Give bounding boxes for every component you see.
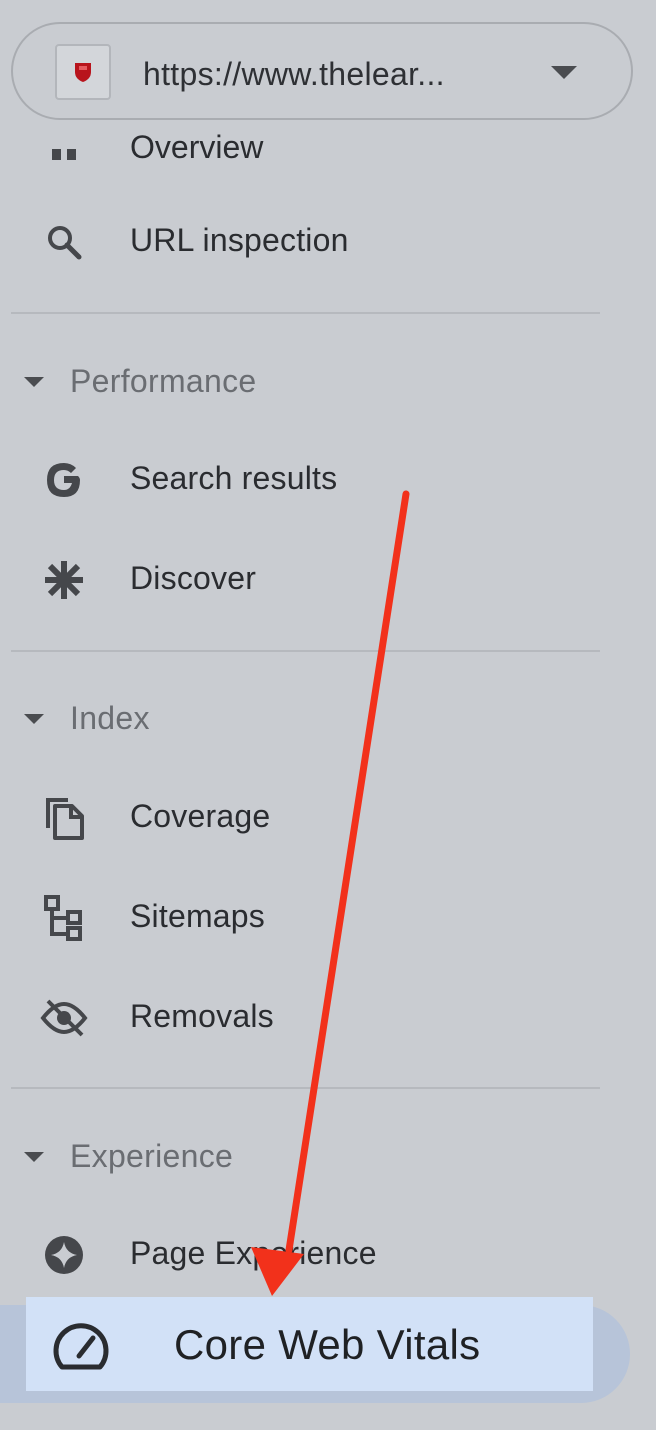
property-selector[interactable]: https://www.thelear... — [11, 22, 633, 120]
nav-item-page-experience[interactable]: Page Experience — [0, 1213, 600, 1293]
property-favicon-icon — [55, 44, 111, 100]
section-header-experience[interactable]: Experience — [0, 1120, 600, 1190]
caret-down-icon — [24, 714, 44, 724]
nav-item-url-inspection[interactable]: URL inspection — [0, 200, 600, 280]
nav-item-search-results[interactable]: Search results — [0, 438, 600, 518]
nav-item-discover[interactable]: Discover — [0, 538, 600, 618]
nav-item-label: URL inspection — [130, 222, 349, 258]
caret-down-icon — [24, 1152, 44, 1162]
nav-item-label: Coverage — [130, 798, 271, 834]
property-url: https://www.thelear... — [143, 56, 445, 92]
nav-item-label: Removals — [130, 998, 274, 1034]
nav-item-label: Core Web Vitals — [174, 1321, 481, 1368]
copy-pages-icon — [40, 794, 88, 842]
section-label: Experience — [70, 1138, 234, 1174]
divider — [11, 1087, 600, 1089]
section-label: Performance — [70, 363, 257, 399]
section-label: Index — [70, 700, 150, 736]
asterisk-icon — [40, 556, 88, 604]
section-header-performance[interactable]: Performance — [0, 345, 600, 415]
nav-item-sitemaps[interactable]: Sitemaps — [0, 876, 600, 956]
nav-item-core-web-vitals[interactable]: Core Web Vitals — [26, 1297, 593, 1391]
nav-item-label: Sitemaps — [130, 898, 265, 934]
sitemap-icon — [40, 894, 88, 942]
nav-item-removals[interactable]: Removals — [0, 976, 600, 1056]
section-header-index[interactable]: Index — [0, 682, 600, 752]
google-g-icon — [40, 456, 88, 504]
caret-down-icon[interactable] — [551, 66, 577, 79]
divider — [11, 312, 600, 314]
eye-off-icon — [40, 994, 88, 1042]
caret-down-icon — [24, 377, 44, 387]
dashboard-icon — [52, 149, 76, 160]
star-badge-icon — [40, 1231, 88, 1279]
nav-item-coverage[interactable]: Coverage — [0, 776, 600, 856]
speedometer-icon — [53, 1323, 109, 1370]
nav-item-label: Search results — [130, 460, 338, 496]
search-icon — [40, 218, 88, 266]
divider — [11, 650, 600, 652]
nav-item-label: Page Experience — [130, 1235, 377, 1271]
nav-item-label: Discover — [130, 560, 257, 596]
nav-item-label: Overview — [130, 129, 264, 160]
